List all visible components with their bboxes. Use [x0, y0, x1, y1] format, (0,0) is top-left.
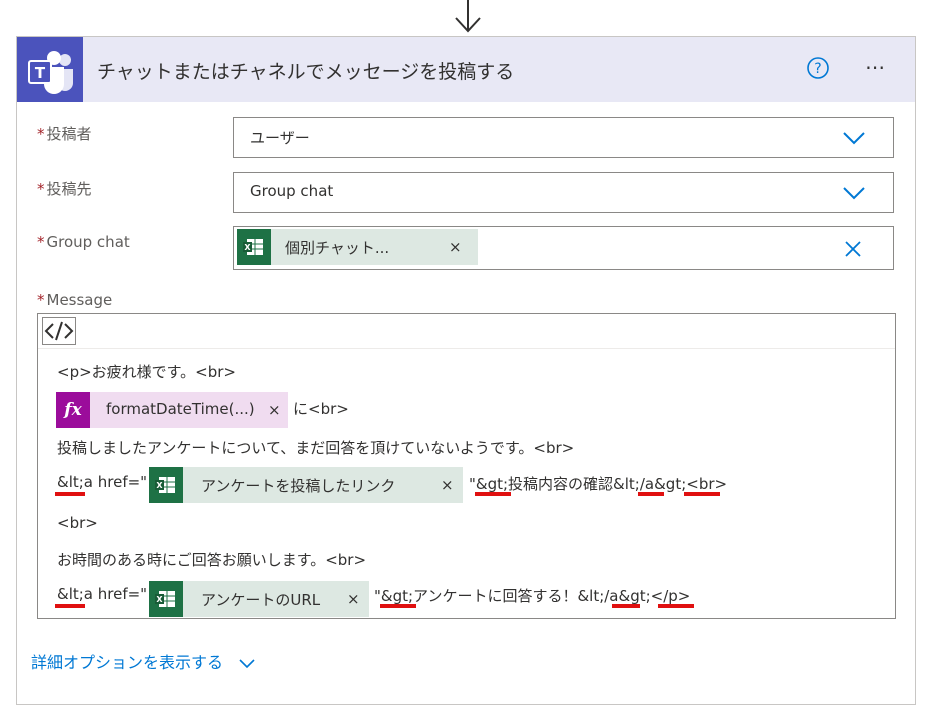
group-chat-token-label: 個別チャット... — [285, 239, 390, 257]
message-editor[interactable]: <p>お疲れ様です。<br> fx formatDateTime(...) × … — [37, 313, 896, 619]
red-underline — [380, 604, 416, 608]
message-line-7-prefix: &lt;a href=" — [57, 585, 148, 603]
advanced-options-link[interactable]: 詳細オプションを表示する — [31, 649, 256, 673]
card-title: チャットまたはチャネルでメッセージを投稿する — [97, 61, 515, 83]
editor-divider — [38, 348, 895, 349]
post-to-label: * 投稿先 — [37, 178, 92, 199]
message-line-1: <p>お疲れ様です。<br> — [57, 363, 236, 381]
survey-link-token[interactable]: X アンケートを投稿したリンク × — [149, 467, 463, 503]
post-to-dropdown[interactable]: Group chat — [233, 172, 894, 213]
svg-text:?: ? — [814, 61, 821, 77]
message-label-text: Message — [46, 291, 113, 309]
red-underline — [612, 604, 640, 608]
poster-label-text: 投稿者 — [46, 125, 92, 143]
advanced-options-label: 詳細オプションを表示する — [31, 653, 224, 672]
chevron-down-icon[interactable] — [842, 131, 866, 145]
group-chat-token[interactable]: X 個別チャット... × — [237, 229, 478, 265]
message-line-5: <br> — [57, 514, 98, 532]
help-icon[interactable]: ? — [807, 57, 829, 79]
red-underline — [638, 492, 664, 496]
required-marker: * — [37, 291, 45, 309]
red-underline — [55, 604, 85, 608]
message-line-2-suffix: に<br> — [293, 400, 349, 418]
red-underline — [55, 492, 85, 496]
red-underline — [658, 604, 694, 608]
message-line-4-prefix: &lt;a href=" — [57, 473, 148, 491]
chevron-down-icon[interactable] — [842, 186, 866, 200]
formatdatetime-token-label: formatDateTime(...) — [106, 400, 255, 418]
message-line-3: 投稿しましたアンケートについて、まだ回答を頂けていないようです。<br> — [57, 439, 575, 457]
message-label: * Message — [37, 291, 112, 309]
group-chat-label: * Group chat — [37, 233, 130, 251]
token-remove-icon[interactable]: × — [449, 238, 462, 256]
survey-url-token[interactable]: X アンケートのURL × — [149, 581, 369, 617]
group-chat-label-text: Group chat — [46, 233, 130, 251]
more-icon[interactable]: ⋯ — [865, 55, 887, 79]
group-chat-input[interactable]: X 個別チャット... × — [233, 226, 894, 270]
post-to-value: Group chat — [250, 182, 334, 200]
message-line-6: お時間のある時にご回答お願いします。<br> — [57, 551, 367, 569]
action-card: T チャットまたはチャネルでメッセージを投稿する ? ⋯ * 投稿者 ユーザー *… — [16, 36, 916, 705]
token-remove-icon[interactable]: × — [347, 590, 360, 608]
poster-value: ユーザー — [250, 129, 310, 147]
excel-icon: X — [149, 581, 183, 617]
red-underline — [684, 492, 720, 496]
excel-icon: X — [237, 229, 271, 265]
survey-link-token-label: アンケートを投稿したリンク — [201, 477, 396, 495]
message-line-4-suffix: "&gt;投稿内容の確認&lt;/a&gt;<br> — [469, 475, 728, 493]
required-marker: * — [37, 233, 45, 251]
formatdatetime-token[interactable]: fx formatDateTime(...) × — [56, 392, 288, 428]
required-marker: * — [37, 125, 45, 143]
svg-text:X: X — [156, 481, 163, 490]
teams-icon: T — [17, 37, 83, 102]
svg-text:T: T — [35, 64, 46, 82]
required-marker: * — [37, 180, 45, 198]
message-line-7-suffix: "&gt;アンケートに回答する！&lt;/a&gt;</p> — [374, 587, 691, 605]
fx-icon: fx — [56, 392, 90, 428]
svg-text:X: X — [156, 595, 163, 604]
token-remove-icon[interactable]: × — [268, 401, 281, 419]
down-arrow-icon — [455, 0, 481, 33]
excel-icon: X — [149, 467, 183, 503]
poster-label: * 投稿者 — [37, 123, 92, 144]
red-underline — [475, 492, 511, 496]
svg-text:X: X — [244, 243, 251, 252]
card-header[interactable]: T チャットまたはチャネルでメッセージを投稿する ? ⋯ — [17, 37, 915, 102]
poster-dropdown[interactable]: ユーザー — [233, 117, 894, 158]
token-remove-icon[interactable]: × — [441, 476, 454, 494]
survey-url-token-label: アンケートのURL — [201, 591, 321, 609]
code-view-icon — [44, 321, 74, 341]
clear-icon[interactable] — [844, 240, 862, 258]
chevron-down-icon — [239, 658, 255, 668]
post-to-label-text: 投稿先 — [46, 180, 92, 198]
code-view-button[interactable] — [42, 317, 76, 345]
